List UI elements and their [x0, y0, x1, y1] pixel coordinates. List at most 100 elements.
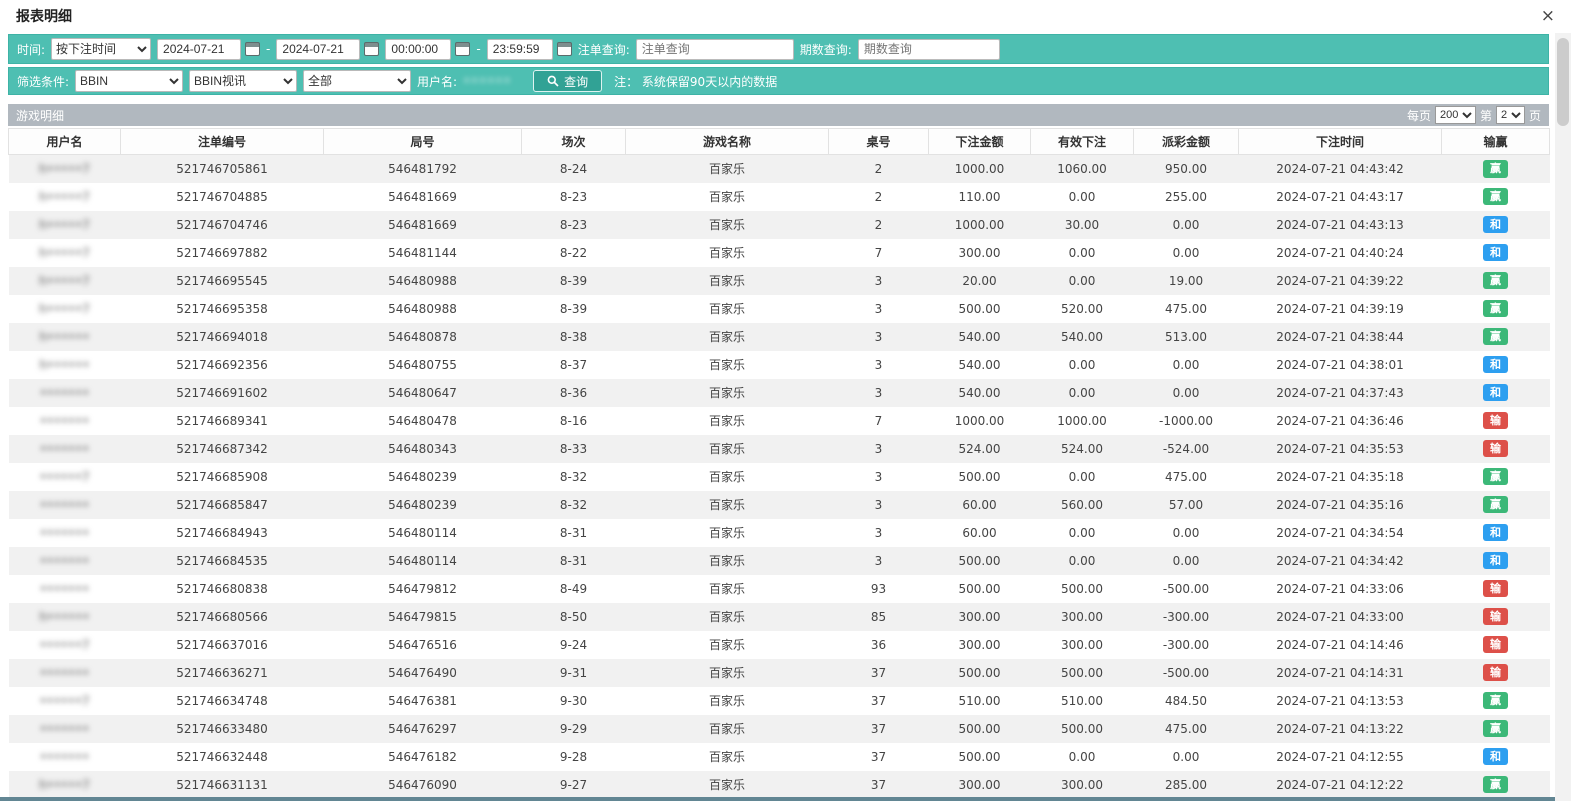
cell-session: 8-33	[522, 435, 626, 463]
calendar-icon[interactable]	[557, 42, 572, 56]
cell-valid_bet: 0.00	[1031, 267, 1134, 295]
cell-payout: 19.00	[1134, 267, 1239, 295]
calendar-icon[interactable]	[364, 42, 379, 56]
cell-table_no: 3	[829, 463, 929, 491]
table-row: •••••••5217466845355464801148-31百家乐3500.…	[9, 547, 1550, 575]
cell-payout: 0.00	[1134, 351, 1239, 379]
cell-round_no: 546480988	[324, 295, 522, 323]
column-header: 派彩金额	[1134, 129, 1239, 155]
cell-round_no: 546476297	[324, 715, 522, 743]
cell-username: ••••••7	[9, 631, 121, 659]
category-select[interactable]: BBIN视讯	[189, 70, 297, 92]
cell-username: •••••••	[9, 715, 121, 743]
page-select[interactable]: 2	[1496, 106, 1525, 124]
cell-valid_bet: 0.00	[1031, 463, 1134, 491]
column-header: 有效下注	[1031, 129, 1134, 155]
cell-round_no: 546480343	[324, 435, 522, 463]
cell-result: 输	[1442, 407, 1550, 435]
cell-round_no: 546480755	[324, 351, 522, 379]
cell-valid_bet: 1000.00	[1031, 407, 1134, 435]
cell-table_no: 36	[829, 631, 929, 659]
cell-round_no: 546480478	[324, 407, 522, 435]
time-from-input[interactable]	[385, 39, 451, 60]
cell-valid_bet: 30.00	[1031, 211, 1134, 239]
per-page-select[interactable]: 200	[1435, 106, 1476, 124]
cell-valid_bet: 0.00	[1031, 743, 1134, 771]
cell-payout: 285.00	[1134, 771, 1239, 799]
cell-round_no: 546480647	[324, 379, 522, 407]
table-row: h•••••75217467058615464817928-24百家乐21000…	[9, 155, 1550, 183]
cell-bet_time: 2024-07-21 04:34:42	[1239, 547, 1442, 575]
table-row: •••••••5217466849435464801148-31百家乐360.0…	[9, 519, 1550, 547]
cell-payout: -1000.00	[1134, 407, 1239, 435]
cell-username: h•••••7	[9, 239, 121, 267]
cell-valid_bet: 0.00	[1031, 183, 1134, 211]
cell-session: 8-22	[522, 239, 626, 267]
calendar-icon[interactable]	[245, 42, 260, 56]
cell-payout: 0.00	[1134, 519, 1239, 547]
cell-round_no: 546481792	[324, 155, 522, 183]
time-to-input[interactable]	[487, 39, 553, 60]
filter-bar-criteria: 筛选条件: BBIN BBIN视讯 全部 用户名: •••••• 查询 注： 系…	[8, 67, 1549, 95]
cell-bet_time: 2024-07-21 04:13:53	[1239, 687, 1442, 715]
game-select[interactable]: 全部	[303, 70, 411, 92]
cell-valid_bet: 560.00	[1031, 491, 1134, 519]
cell-payout: 0.00	[1134, 743, 1239, 771]
time-type-select[interactable]: 按下注时间	[51, 38, 151, 60]
result-badge-win: 赢	[1483, 496, 1508, 514]
cell-bet_amount: 524.00	[929, 435, 1031, 463]
cell-table_no: 3	[829, 547, 929, 575]
username-label: 用户名:	[417, 73, 457, 90]
cell-username: •••••••	[9, 407, 121, 435]
table-row: •••••••5217466808385464798128-49百家乐93500…	[9, 575, 1550, 603]
close-icon[interactable]: ×	[1541, 8, 1555, 25]
cell-bet_time: 2024-07-21 04:13:22	[1239, 715, 1442, 743]
cell-username: h••••••	[9, 323, 121, 351]
calendar-icon[interactable]	[455, 42, 470, 56]
cell-username: •••••••	[9, 435, 121, 463]
cell-game_name: 百家乐	[626, 463, 829, 491]
cell-round_no: 546476490	[324, 659, 522, 687]
cell-result: 赢	[1442, 687, 1550, 715]
cell-session: 8-32	[522, 491, 626, 519]
table-row: h••••••5217466923565464807558-37百家乐3540.…	[9, 351, 1550, 379]
table-title: 游戏明细	[16, 107, 64, 124]
date-from-input[interactable]	[157, 39, 241, 60]
cell-bet_no: 521746634748	[121, 687, 324, 715]
table-head-row: 用户名注单编号局号场次游戏名称桌号下注金额有效下注派彩金额下注时间输赢	[9, 129, 1550, 155]
cell-bet_amount: 500.00	[929, 463, 1031, 491]
cell-round_no: 546481144	[324, 239, 522, 267]
period-query-input[interactable]	[858, 39, 1000, 60]
date-range-separator: -	[266, 42, 270, 56]
column-header: 用户名	[9, 129, 121, 155]
cell-bet_amount: 500.00	[929, 547, 1031, 575]
cell-session: 8-16	[522, 407, 626, 435]
cell-bet_no: 521746637016	[121, 631, 324, 659]
cell-round_no: 546476381	[324, 687, 522, 715]
cell-result: 赢	[1442, 463, 1550, 491]
cell-result: 赢	[1442, 771, 1550, 799]
cell-username: h•••••7	[9, 267, 121, 295]
column-header: 局号	[324, 129, 522, 155]
table-row: ••••••75217466347485464763819-30百家乐37510…	[9, 687, 1550, 715]
table-row: h••••••5217466940185464808788-38百家乐3540.…	[9, 323, 1550, 351]
result-badge-lose: 输	[1483, 580, 1508, 598]
date-to-input[interactable]	[276, 39, 360, 60]
cell-payout: -300.00	[1134, 603, 1239, 631]
retention-note: 注： 系统保留90天以内的数据	[614, 73, 777, 90]
cell-game_name: 百家乐	[626, 715, 829, 743]
vertical-scrollbar[interactable]	[1555, 33, 1571, 801]
cell-payout: 0.00	[1134, 379, 1239, 407]
cell-session: 8-39	[522, 295, 626, 323]
bet-query-input[interactable]	[636, 39, 794, 60]
cell-bet_no: 521746684943	[121, 519, 324, 547]
cell-bet_amount: 500.00	[929, 575, 1031, 603]
cell-username: h••••••	[9, 351, 121, 379]
search-button[interactable]: 查询	[533, 70, 602, 92]
scrollbar-thumb[interactable]	[1557, 38, 1569, 126]
username-value-masked: ••••••	[463, 74, 527, 88]
cell-game_name: 百家乐	[626, 435, 829, 463]
platform-select[interactable]: BBIN	[75, 70, 183, 92]
cell-table_no: 37	[829, 743, 929, 771]
result-badge-win: 赢	[1483, 160, 1508, 178]
